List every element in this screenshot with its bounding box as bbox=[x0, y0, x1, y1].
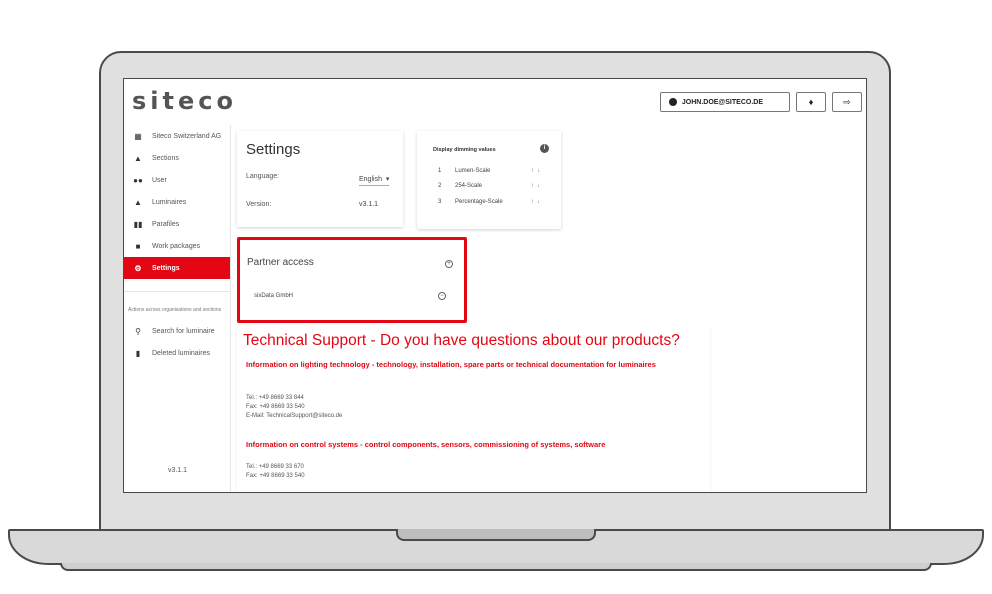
dimming-row-name: 254-Scale bbox=[455, 183, 483, 189]
support-title: Technical Support - Do you have question… bbox=[243, 332, 680, 349]
sidebar-item-label: Luminaires bbox=[152, 198, 187, 206]
notifications-button[interactable]: ♦ bbox=[796, 92, 826, 112]
control-heading: Information on control systems - control… bbox=[246, 440, 606, 449]
control-tel: Tel.: +49 8669 33 670 bbox=[246, 464, 304, 470]
lighting-fax: Fax: +49 8669 33 540 bbox=[246, 404, 305, 410]
trash-icon: ▮ bbox=[135, 348, 141, 358]
sidebar-item-work-packages[interactable]: ■ Work packages bbox=[124, 235, 230, 257]
language-value: English bbox=[359, 176, 382, 183]
sidebar-item-organisation[interactable]: ▦ Siteco Switzerland AG bbox=[124, 125, 230, 147]
dimming-row-name: Percentage-Scale bbox=[455, 199, 503, 205]
settings-card: Settings Language: English ▾ Version: v3… bbox=[237, 131, 403, 227]
search-icon: ⚲ bbox=[135, 326, 141, 336]
sidebar-item-user[interactable]: ●● User bbox=[124, 169, 230, 191]
sidebar-item-label: Search for luminaire bbox=[152, 327, 215, 335]
logout-button[interactable]: ⇨ bbox=[832, 92, 862, 112]
reorder-arrows-icon[interactable]: ↑↓ bbox=[531, 199, 543, 205]
reorder-arrows-icon[interactable]: ↑↓ bbox=[531, 168, 543, 174]
sidebar-item-label: User bbox=[152, 176, 167, 184]
add-partner-icon[interactable]: + bbox=[445, 260, 453, 268]
reorder-arrows-icon[interactable]: ↑↓ bbox=[531, 183, 543, 189]
sidebar-item-label: Settings bbox=[152, 264, 180, 272]
sidebar-item-label: Siteco Switzerland AG bbox=[152, 132, 222, 140]
dimming-row-number: 1 bbox=[438, 168, 442, 174]
building-icon: ▦ bbox=[134, 131, 142, 141]
briefcase-icon: ■ bbox=[135, 241, 141, 251]
partner-item: sixData GmbH bbox=[254, 293, 294, 299]
lighting-heading: Information on lighting technology - tec… bbox=[246, 360, 656, 369]
gear-icon: ⚙ bbox=[134, 263, 142, 273]
siteco-logo: siteco bbox=[132, 87, 237, 115]
dimming-row-name: Lumen-Scale bbox=[455, 168, 491, 174]
dimming-row-number: 3 bbox=[438, 199, 442, 205]
sidebar-item-deleted-luminaires[interactable]: ▮ Deleted luminaires bbox=[124, 342, 230, 364]
control-fax: Fax: +49 8669 33 540 bbox=[246, 473, 305, 479]
lighting-tel: Tel.: +49 8669 33 844 bbox=[246, 395, 304, 401]
logout-icon: ⇨ bbox=[843, 96, 851, 107]
files-icon: ▮▮ bbox=[133, 219, 143, 229]
sidebar-item-parafiles[interactable]: ▮▮ Parafiles bbox=[124, 213, 230, 235]
page-title: Settings bbox=[246, 141, 301, 158]
hierarchy-icon: ▲ bbox=[134, 153, 142, 163]
control-contact: Tel.: +49 8669 33 670 Fax: +49 8669 33 5… bbox=[246, 463, 305, 481]
sidebar-item-luminaires[interactable]: ▲ Luminaires bbox=[124, 191, 230, 213]
sidebar-item-search-luminaire[interactable]: ⚲ Search for luminaire bbox=[124, 320, 230, 342]
laptop-base-bottom bbox=[60, 563, 932, 571]
language-label: Language: bbox=[246, 173, 280, 180]
user-account-button[interactable]: JOHN.DOE@SITECO.DE bbox=[659, 92, 790, 112]
bell-icon: ♦ bbox=[808, 97, 814, 107]
users-icon: ●● bbox=[133, 175, 143, 185]
technical-support-section: Technical Support - Do you have question… bbox=[237, 327, 710, 492]
sidebar-version: v3.1.1 bbox=[167, 467, 188, 474]
lighting-contact: Tel.: +49 8669 33 844 Fax: +49 8669 33 5… bbox=[246, 394, 342, 421]
chevron-down-icon: ▾ bbox=[383, 176, 390, 183]
sidebar-item-settings[interactable]: ⚙ Settings bbox=[124, 257, 230, 279]
user-email: JOHN.DOE@SITECO.DE bbox=[681, 98, 763, 106]
version-label: Version: bbox=[246, 201, 272, 208]
sidebar-item-label: Deleted luminaires bbox=[152, 349, 210, 357]
account-icon bbox=[668, 98, 677, 106]
sidebar-item-label: Parafiles bbox=[152, 220, 180, 228]
partner-access-card: Partner access + sixData GmbH − bbox=[237, 237, 467, 323]
version-value: v3.1.1 bbox=[359, 201, 379, 208]
lighting-email[interactable]: E-Mail: TechnicalSupport@siteco.de bbox=[246, 412, 342, 421]
app-screen: siteco JOHN.DOE@SITECO.DE ♦ ⇨ ▦ Siteco S… bbox=[123, 78, 867, 493]
dimming-title: Display dimming values bbox=[433, 147, 496, 153]
partner-access-title: Partner access bbox=[247, 257, 314, 268]
info-icon[interactable]: i bbox=[540, 144, 549, 153]
sidebar: ▦ Siteco Switzerland AG ▲ Sections ●● Us… bbox=[124, 125, 231, 492]
lamp-icon: ▲ bbox=[134, 197, 142, 207]
sidebar-item-sections[interactable]: ▲ Sections bbox=[124, 147, 230, 169]
dimming-values-card: Display dimming values i 1 Lumen-Scale ↑… bbox=[417, 131, 561, 229]
dimming-row-number: 2 bbox=[438, 183, 442, 189]
laptop-notch bbox=[396, 529, 596, 541]
sidebar-item-label: Sections bbox=[152, 154, 179, 162]
remove-partner-icon[interactable]: − bbox=[438, 292, 446, 300]
language-select[interactable]: English ▾ bbox=[359, 175, 390, 186]
sidebar-section-label: Actions across organisations and section… bbox=[124, 291, 230, 320]
sidebar-item-label: Work packages bbox=[152, 242, 201, 250]
header-actions: JOHN.DOE@SITECO.DE ♦ ⇨ bbox=[659, 92, 862, 112]
